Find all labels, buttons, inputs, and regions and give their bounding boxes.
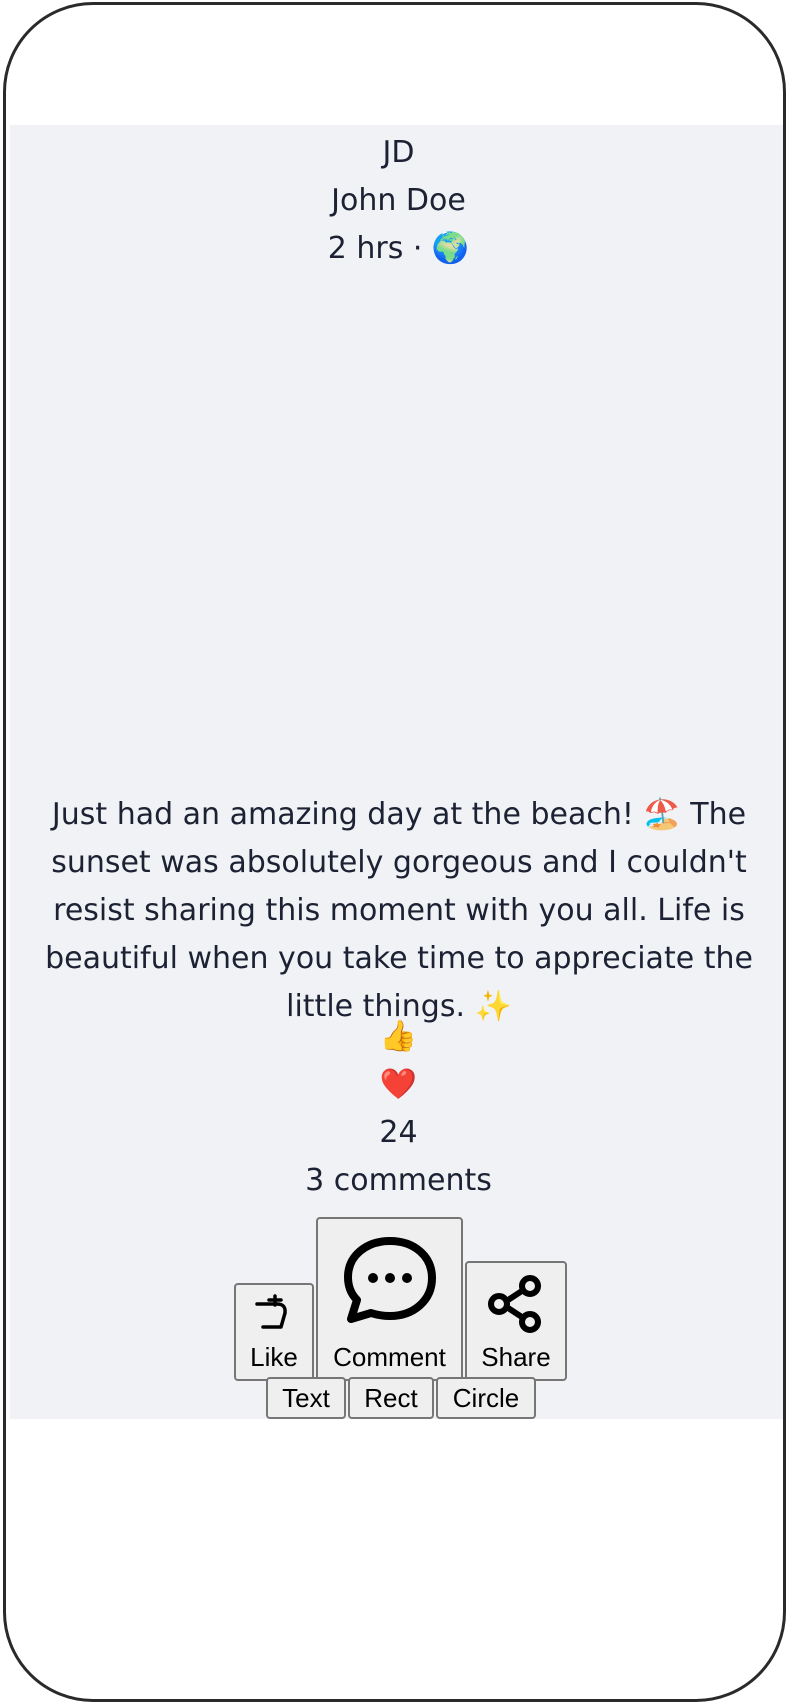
share-icon: [488, 1275, 541, 1333]
like-button[interactable]: Like: [234, 1283, 314, 1381]
like-reaction-icon: 👍: [379, 1019, 418, 1054]
comment-label: Comment: [333, 1342, 446, 1372]
comment-button[interactable]: Comment: [316, 1217, 463, 1381]
post-content: Just had an amazing day at the beach! 🏖️…: [45, 797, 753, 1024]
post-meta: 2 hrs · 🌍: [327, 231, 470, 266]
reaction-count[interactable]: 24: [10, 1109, 783, 1157]
like-label: Like: [250, 1342, 298, 1372]
phone-frame: JD John Doe 2 hrs · 🌍 Just had an amazin…: [3, 2, 786, 1702]
post-card: JD John Doe 2 hrs · 🌍 Just had an amazin…: [10, 125, 783, 1419]
heart-reaction-icon: ❤️: [379, 1067, 418, 1102]
share-button[interactable]: Share: [465, 1261, 567, 1381]
avatar[interactable]: JD: [10, 129, 783, 177]
author-name[interactable]: John Doe: [10, 177, 783, 225]
comments-count[interactable]: 3 comments: [10, 1157, 783, 1205]
share-label: Share: [481, 1342, 551, 1372]
post-actions: Like Comment Share: [10, 1205, 783, 1381]
drawing-toolbar: Text Rect Circle: [10, 1375, 783, 1419]
text-tool-button[interactable]: Text: [266, 1377, 346, 1419]
comment-icon: [343, 1237, 436, 1323]
rect-tool-button[interactable]: Rect: [348, 1377, 434, 1419]
circle-tool-button[interactable]: Circle: [436, 1377, 536, 1419]
like-icon: [255, 1294, 287, 1329]
